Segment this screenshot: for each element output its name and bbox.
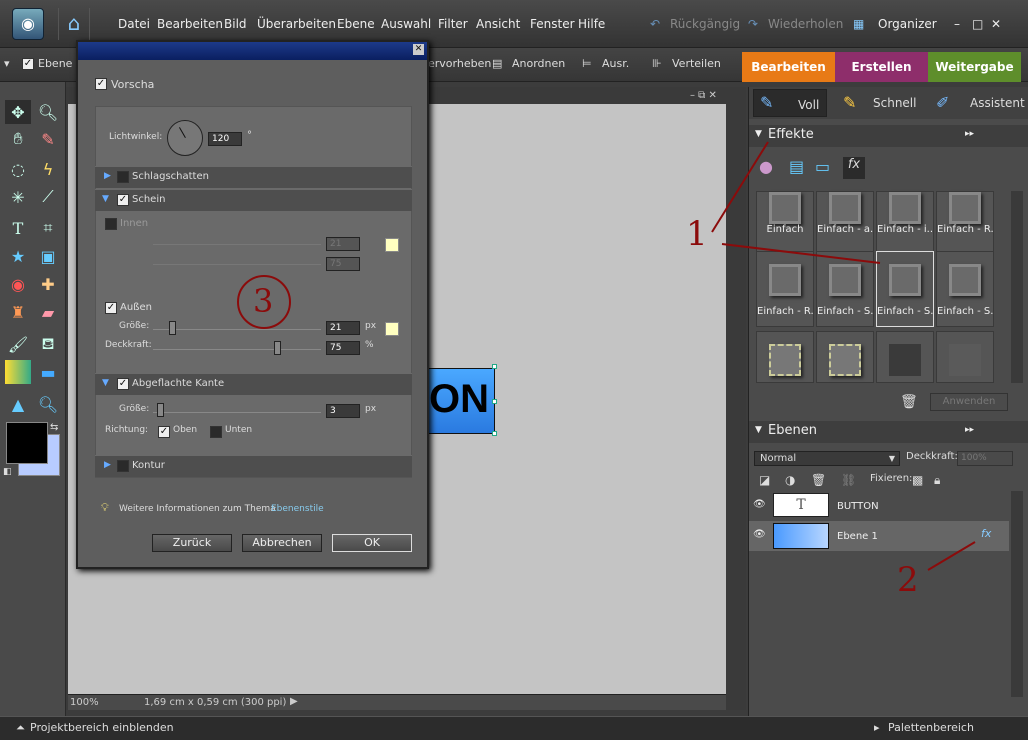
annotation-lines [237, 141, 976, 571]
annotation-number: 2 [897, 560, 919, 600]
annotation-line [927, 541, 976, 571]
annotation-number: 1 [686, 214, 708, 254]
annotation-number: 3 [253, 282, 274, 320]
annotation-line [711, 141, 769, 233]
annotation-line [721, 243, 881, 264]
